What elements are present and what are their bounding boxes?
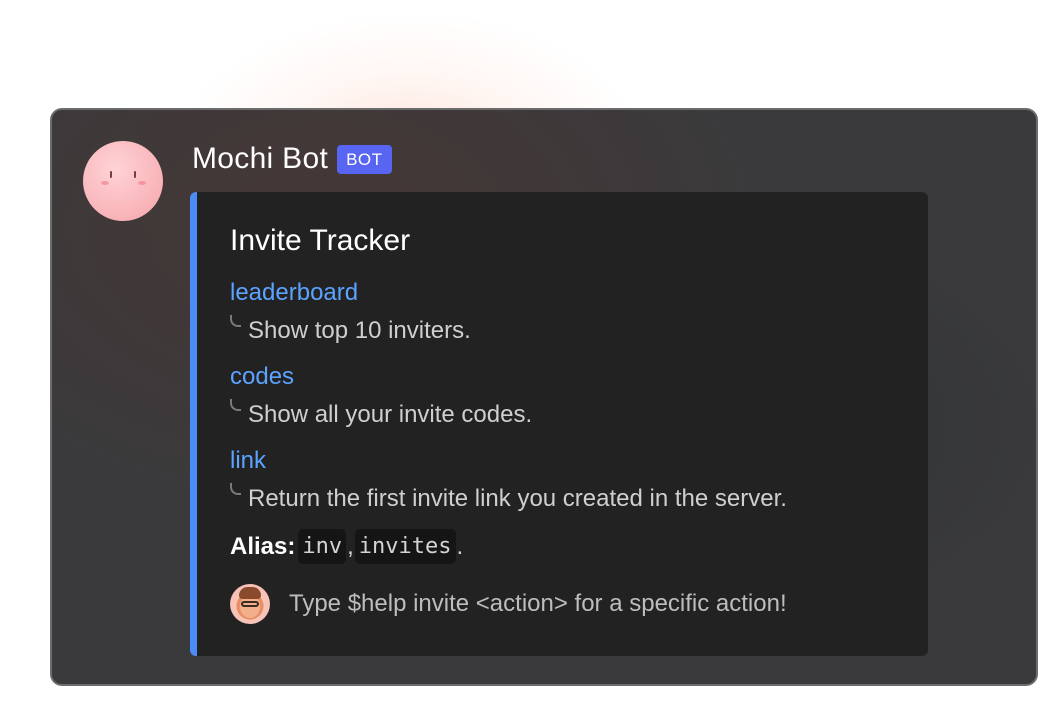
command-description: Return the first invite link you created… [248,485,787,512]
avatar-blush-right [138,181,146,185]
command-description-row: Show all your invite codes. [230,399,533,428]
message-card: Mochi Bot BOT Invite Tracker leaderboard… [50,108,1038,686]
alias-code: invites [354,529,456,564]
tree-branch-icon [230,483,241,495]
bot-avatar[interactable] [83,141,163,221]
embed: Invite Tracker leaderboard Show top 10 i… [190,192,928,656]
command-codes[interactable]: codes [230,363,294,391]
command-link[interactable]: link [230,447,266,475]
command-description-row: Return the first invite link you created… [230,483,787,512]
alias-label: Alias: [230,532,296,560]
alias-row: Alias: inv , invites . [230,529,464,564]
tree-branch-icon [230,399,241,411]
command-description: Show top 10 inviters. [248,317,471,344]
avatar-eye-left [110,171,112,178]
embed-footer: Type $help invite <action> for a specifi… [230,584,787,624]
alias-separator: , [347,532,354,560]
avatar-hair [239,587,261,599]
alias-code: inv [298,529,347,564]
command-leaderboard[interactable]: leaderboard [230,279,358,307]
tree-branch-icon [230,315,241,327]
message-header: Mochi Bot BOT [192,141,392,177]
command-description: Show all your invite codes. [248,401,533,428]
avatar-glasses [241,601,259,607]
alias-end: . [456,532,464,560]
avatar-blush-left [101,181,109,185]
footer-text: Type $help invite <action> for a specifi… [289,590,787,617]
avatar-eye-right [134,171,136,178]
embed-title: Invite Tracker [230,224,411,257]
bot-badge: BOT [337,144,392,174]
command-description-row: Show top 10 inviters. [230,315,471,344]
memoji-avatar-icon [230,584,270,624]
author-name[interactable]: Mochi Bot [192,142,328,176]
